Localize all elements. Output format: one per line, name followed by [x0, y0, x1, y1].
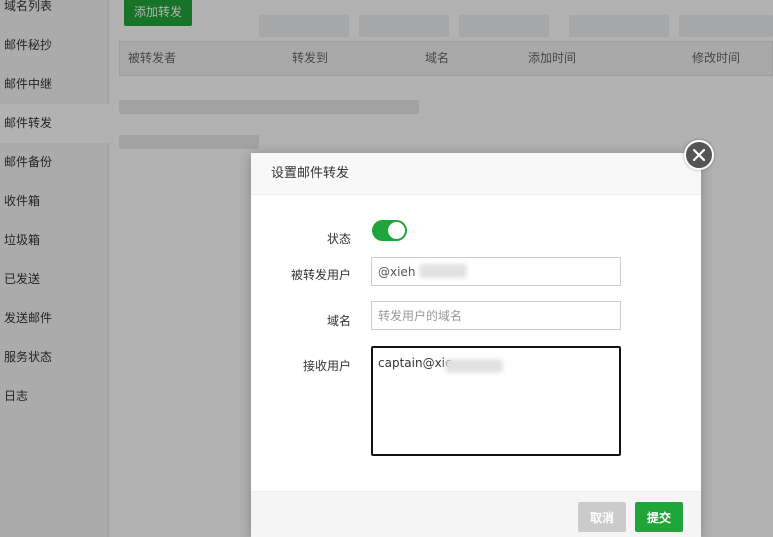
domain-label: 域名: [326, 314, 351, 328]
forwarded-user-input[interactable]: [371, 257, 621, 286]
redaction-blur: [419, 264, 467, 278]
forward-settings-dialog: 设置邮件转发 状态 被转发用户 域名 接收用户 captain@xie 取消 提…: [251, 153, 701, 537]
close-dialog-button[interactable]: [684, 140, 714, 170]
status-label: 状态: [326, 232, 351, 246]
receiver-label: 接收用户: [302, 359, 351, 373]
close-icon: [693, 149, 705, 161]
domain-input[interactable]: [371, 301, 621, 330]
submit-button[interactable]: 提交: [635, 502, 683, 532]
toggle-knob: [388, 222, 405, 239]
cancel-button[interactable]: 取消: [578, 502, 626, 532]
dialog-footer: 取消 提交: [251, 491, 701, 537]
redaction-blur: [445, 359, 503, 373]
dialog-title: 设置邮件转发: [251, 153, 701, 195]
status-toggle[interactable]: [372, 220, 407, 241]
forwarded-user-label: 被转发用户: [290, 268, 351, 282]
